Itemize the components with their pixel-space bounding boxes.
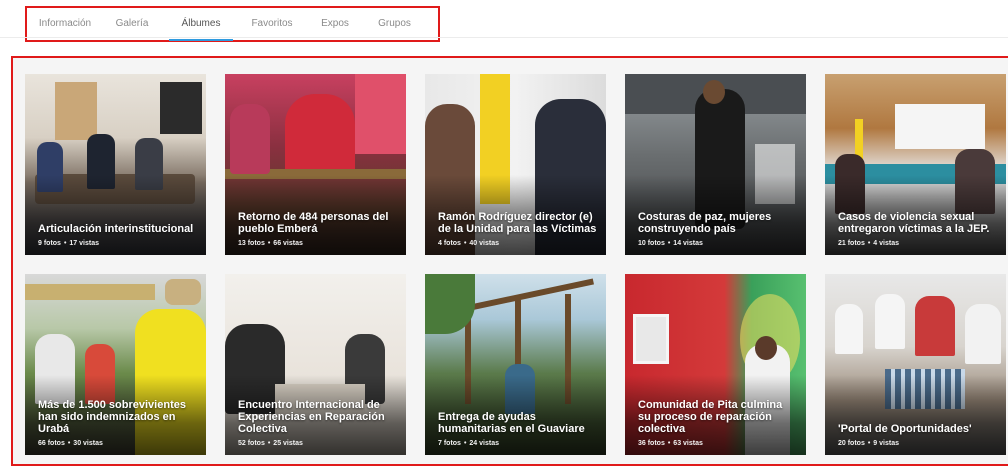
album-stats: 13 fotos • 66 vistas [238, 240, 303, 247]
album-stats: 7 fotos • 24 vistas [438, 440, 499, 447]
album-view-count: 30 vistas [73, 440, 103, 447]
album-stats: 4 fotos • 40 vistas [438, 240, 499, 247]
album-tabs: Información Galería Álbumes Favoritos Ex… [27, 8, 438, 41]
album-view-count: 9 vistas [873, 440, 899, 447]
album-title: Costuras de paz, mujeres construyendo pa… [638, 211, 772, 235]
album-title: Comunidad de Pita culmina su proceso de … [638, 399, 783, 435]
album-stats: 21 fotos • 4 vistas [838, 240, 899, 247]
album-view-count: 4 vistas [873, 240, 899, 247]
album-view-count: 66 vistas [273, 240, 303, 247]
album-card[interactable]: Retorno de 484 personas del pueblo Ember… [225, 74, 406, 255]
album-stats: 20 fotos • 9 vistas [838, 440, 899, 447]
albums-highlight-frame: Articulación interinstitucional 9 fotos •… [11, 56, 1008, 466]
album-title: Más de 1.500 sobrevivientes han sido ind… [38, 399, 186, 435]
album-view-count: 25 vistas [273, 440, 303, 447]
album-view-count: 40 vistas [469, 240, 499, 247]
album-photo-count: 66 fotos [38, 440, 65, 447]
album-photo-count: 10 fotos [638, 240, 665, 247]
album-card[interactable]: Entrega de ayudas humanitarias en el Gua… [425, 274, 606, 455]
album-stats: 52 fotos • 25 vistas [238, 440, 303, 447]
album-stats: 9 fotos • 17 vistas [38, 240, 99, 247]
album-title: Articulación interinstitucional [38, 223, 194, 235]
album-view-count: 63 vistas [673, 440, 703, 447]
album-card[interactable]: Ramón Rodríguez director (e) de la Unida… [425, 74, 606, 255]
album-title: 'Portal de Oportunidades' [838, 423, 972, 435]
album-card[interactable]: Articulación interinstitucional 9 fotos •… [25, 74, 206, 255]
album-photo-count: 9 fotos [38, 240, 61, 247]
album-photo-count: 20 fotos [838, 440, 865, 447]
album-card[interactable]: 'Portal de Oportunidades' 20 fotos • 9 vis… [825, 274, 1006, 455]
album-photo-count: 7 fotos [438, 440, 461, 447]
album-card[interactable]: Comunidad de Pita culmina su proceso de … [625, 274, 806, 455]
album-card[interactable]: Costuras de paz, mujeres construyendo pa… [625, 74, 806, 255]
album-view-count: 17 vistas [69, 240, 99, 247]
album-title: Encuentro Internacional de Experiencias … [238, 399, 385, 435]
album-stats: 10 fotos • 14 vistas [638, 240, 703, 247]
tabs-divider [0, 37, 1008, 38]
album-photo-count: 21 fotos [838, 240, 865, 247]
album-title: Casos de violencia sexual entregaron víc… [838, 211, 990, 235]
album-photo-count: 52 fotos [238, 440, 265, 447]
album-photo-count: 13 fotos [238, 240, 265, 247]
album-view-count: 14 vistas [673, 240, 703, 247]
album-photo-count: 4 fotos [438, 240, 461, 247]
album-view-count: 24 vistas [469, 440, 499, 447]
album-title: Ramón Rodríguez director (e) de la Unida… [438, 211, 597, 235]
album-title: Entrega de ayudas humanitarias en el Gua… [438, 411, 585, 435]
album-title: Retorno de 484 personas del pueblo Ember… [238, 211, 389, 235]
album-card[interactable]: Más de 1.500 sobrevivientes han sido ind… [25, 274, 206, 455]
album-stats: 66 fotos • 30 vistas [38, 440, 103, 447]
album-card[interactable]: Casos de violencia sexual entregaron víc… [825, 74, 1006, 255]
album-stats: 36 fotos • 63 vistas [638, 440, 703, 447]
album-photo-count: 36 fotos [638, 440, 665, 447]
album-card[interactable]: Encuentro Internacional de Experiencias … [225, 274, 406, 455]
